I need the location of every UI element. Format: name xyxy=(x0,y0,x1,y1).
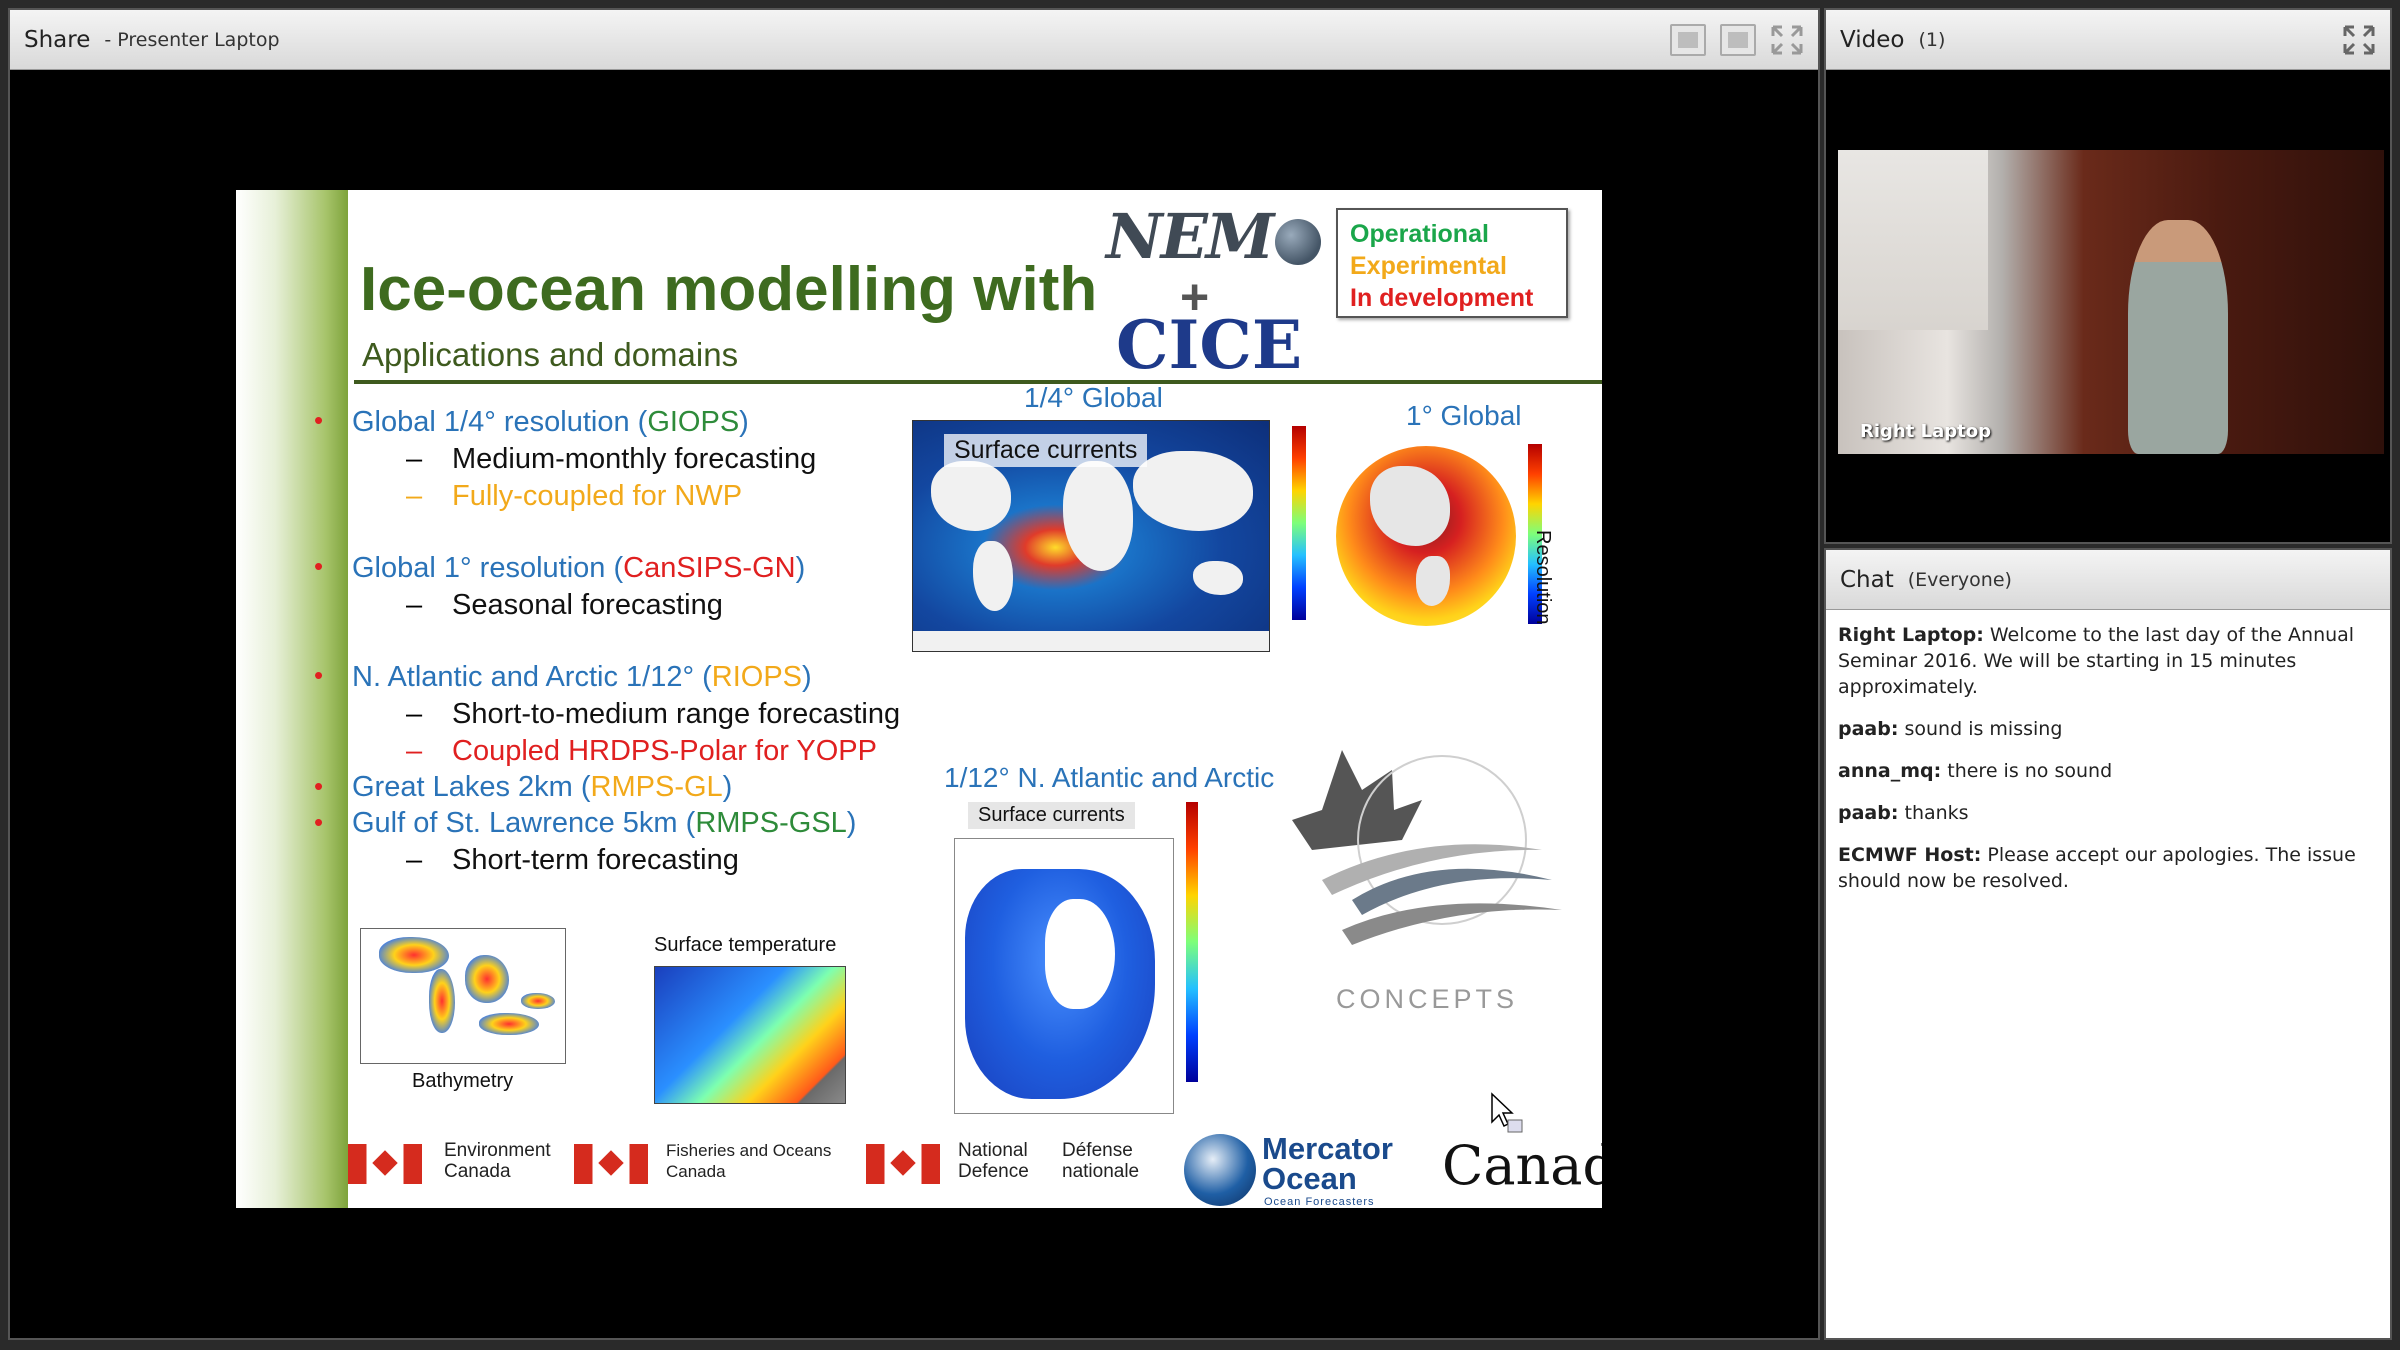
chat-message: ECMWF Host: Please accept our apologies.… xyxy=(1838,844,2356,892)
environment-canada-text: Environment Canada xyxy=(444,1140,551,1182)
slide-accent-bar xyxy=(236,190,348,1208)
dash: – xyxy=(406,480,423,512)
surface-currents-label-2: Surface currents xyxy=(968,802,1135,829)
chat-panel: Chat (Everyone) Right Laptop: Welcome to… xyxy=(1824,548,2392,1340)
mercator-sub-text: Ocean Forecasters xyxy=(1264,1196,1375,1208)
concepts-logo xyxy=(1292,750,1562,945)
bullet-dot: • xyxy=(314,405,324,435)
defense-nationale-text: Défense nationale xyxy=(1062,1140,1140,1182)
natl-arctic-label: 1/12° N. Atlantic and Arctic xyxy=(944,762,1275,793)
bullet-dot: • xyxy=(314,660,324,690)
mercator-ocean-text: Mercator Ocean xyxy=(1262,1131,1393,1196)
chat-scope: (Everyone) xyxy=(1907,568,2012,591)
colorbar-natl xyxy=(1186,802,1198,1082)
legend-experimental: Experimental xyxy=(1350,252,1508,280)
legend-in-development: In development xyxy=(1350,284,1534,312)
canada-wordmark: Canada xyxy=(1442,1134,1602,1197)
video-header: Video (1) xyxy=(1826,10,2390,70)
fullscreen-icon[interactable] xyxy=(2342,24,2376,56)
share-panel: Share - Presenter Laptop Ice-ocean model… xyxy=(8,8,1820,1340)
dash: – xyxy=(406,443,423,475)
video-title: Video xyxy=(1840,26,1905,53)
chat-messages: Right Laptop: Welcome to the last day of… xyxy=(1838,622,2378,910)
video-feed[interactable]: Right Laptop xyxy=(1838,150,2384,454)
nemo-logo: NEM xyxy=(1106,200,1321,273)
video-count: (1) xyxy=(1918,28,1946,51)
sub-short-term: Short-term forecasting xyxy=(452,844,739,876)
sub-short-medium: Short-to-medium range forecasting xyxy=(452,698,901,730)
mercator-globe-icon xyxy=(1184,1134,1256,1206)
resolution-label: Resolution xyxy=(1532,530,1554,625)
bullet-riops: N. Atlantic and Arctic 1/12° (RIOPS) xyxy=(352,661,812,693)
bathymetry-caption: Bathymetry xyxy=(412,1070,514,1092)
natl-arctic-map xyxy=(954,838,1174,1114)
title-divider xyxy=(354,380,1602,384)
canada-flag-icon xyxy=(348,1144,422,1184)
presentation-slide: Ice-ocean modelling with Applications an… xyxy=(236,190,1602,1208)
mouse-cursor-icon xyxy=(1491,1092,1523,1133)
video-feed-label: Right Laptop xyxy=(1860,421,1991,442)
legend-operational: Operational xyxy=(1350,220,1489,248)
fullscreen-icon[interactable] xyxy=(1770,24,1804,56)
sub-seasonal: Seasonal forecasting xyxy=(452,589,723,621)
layout-view-icon[interactable] xyxy=(1670,24,1706,56)
bullet-rmps-gsl: Gulf of St. Lawrence 5km (RMPS-GSL) xyxy=(352,807,857,839)
chat-message: anna_mq: there is no sound xyxy=(1838,760,2113,782)
bullet-dot: • xyxy=(314,771,324,801)
chat-message: paab: sound is missing xyxy=(1838,718,2063,740)
bullet-cansips: Global 1° resolution (CanSIPS-GN) xyxy=(352,552,806,584)
video-header-controls xyxy=(2342,24,2376,56)
chat-title: Chat xyxy=(1840,566,1894,593)
bullet-giops: Global 1/4° resolution (GIOPS) xyxy=(352,406,749,438)
dfo-text: Fisheries and Oceans Canada xyxy=(666,1141,832,1181)
canada-flag-icon xyxy=(574,1144,648,1184)
dash: – xyxy=(406,735,423,767)
chat-header: Chat (Everyone) xyxy=(1826,550,2390,610)
national-defence-text: National Defence xyxy=(958,1140,1029,1182)
share-header-controls xyxy=(1670,24,1804,56)
concepts-label: CONCEPTS xyxy=(1336,984,1519,1014)
presenter-figure xyxy=(2128,220,2228,454)
sub-fully-coupled: Fully-coupled for NWP xyxy=(452,480,743,512)
share-title: Share xyxy=(24,26,91,53)
bullet-dot: • xyxy=(314,551,324,581)
projection-screen xyxy=(1838,150,1988,330)
global-one-globe xyxy=(1336,446,1516,626)
slide-subtitle: Applications and domains xyxy=(362,336,739,373)
chat-message: paab: thanks xyxy=(1838,802,1969,824)
sub-medium-monthly: Medium-monthly forecasting xyxy=(452,443,817,475)
bullet-dot: • xyxy=(314,807,324,837)
status-legend: Operational Experimental In development xyxy=(1336,208,1568,318)
dash: – xyxy=(406,589,423,621)
global-quarter-label: 1/4° Global xyxy=(1024,382,1163,413)
cice-logo: CICE xyxy=(1116,306,1303,384)
video-panel: Video (1) Right Laptop xyxy=(1824,8,2392,544)
colorbar-quarter xyxy=(1292,426,1306,620)
sub-coupled-hrdps: Coupled HRDPS-Polar for YOPP xyxy=(452,735,877,767)
dash: – xyxy=(406,844,423,876)
slide-title: Ice-ocean modelling with xyxy=(360,255,1098,324)
bathymetry-map xyxy=(360,928,566,1064)
chat-message: Right Laptop: Welcome to the last day of… xyxy=(1838,624,2355,698)
canada-flag-icon xyxy=(866,1144,940,1184)
slide-footer: Environment Canada Fisheries and Oceans … xyxy=(348,1131,1602,1208)
surface-temperature-caption: Surface temperature xyxy=(654,934,837,956)
surface-temperature-map xyxy=(654,966,846,1104)
surface-currents-label: Surface currents xyxy=(944,434,1148,467)
share-header: Share - Presenter Laptop xyxy=(10,10,1818,70)
fit-view-icon[interactable] xyxy=(1720,24,1756,56)
dash: – xyxy=(406,698,423,730)
share-subtitle: - Presenter Laptop xyxy=(104,28,280,51)
global-one-label: 1° Global xyxy=(1406,400,1522,431)
bullet-rmps-gl: Great Lakes 2km (RMPS-GL) xyxy=(352,771,733,803)
